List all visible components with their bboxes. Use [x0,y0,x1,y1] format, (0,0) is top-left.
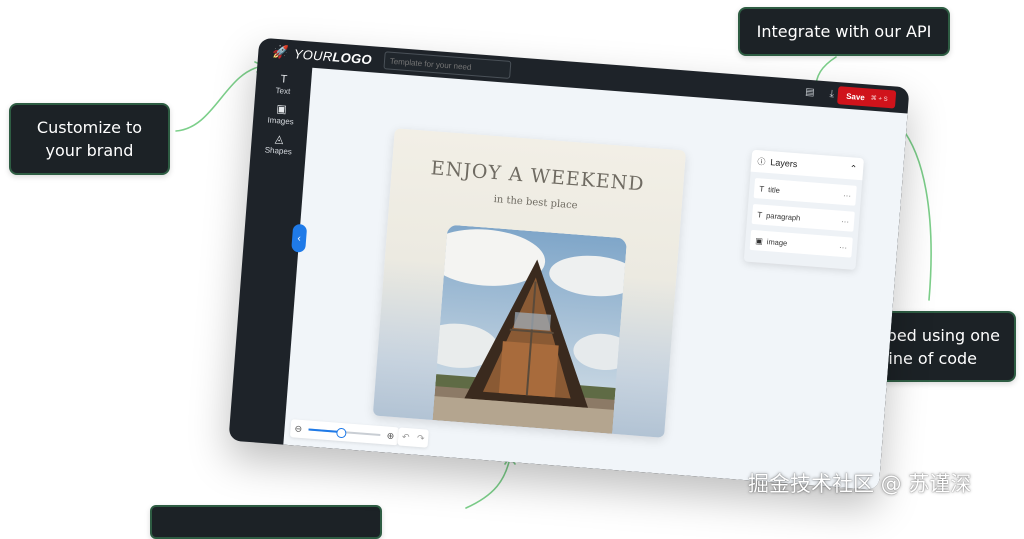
callout-api: Integrate with our API [738,7,950,56]
layer-item-image[interactable]: ▣ image ··· [749,229,853,258]
redo-icon[interactable]: ↷ [417,432,425,444]
sidebar-item-shapes[interactable]: ◬ Shapes [251,131,308,157]
callout-bottom [150,505,382,539]
arrow-bottom [465,457,511,509]
logo-bold: LOGO [331,48,373,67]
text-icon: T [279,73,288,86]
zoom-control: ⊖ ⊕ [289,419,399,446]
more-icon[interactable]: ··· [841,216,850,226]
callout-api-text: Integrate with our API [756,22,932,41]
sidebar-item-images[interactable]: ▣ Images [253,101,310,127]
layer-label: paragraph [765,210,801,223]
zoom-slider[interactable] [308,427,381,439]
image-icon: ▣ [755,235,764,246]
layer-item-title[interactable]: T title ··· [753,178,857,206]
rocket-icon: 🚀 [271,43,290,60]
save-shortcut: ⌘ + S [870,95,888,103]
watermark: 掘金技术社区 @ 苏谨深 [748,472,972,496]
preview-icon[interactable]: ▤ [802,86,817,99]
shapes-icon: ◬ [274,133,284,146]
zoom-out-icon[interactable]: ⊖ [294,423,302,435]
editor-mockup: 🚀 YOURLOGO ▤ ⤓ Save ⌘ + S T Text ▣ Image… [228,37,910,491]
cabin-photo [432,224,628,434]
save-button[interactable]: Save ⌘ + S [837,86,897,109]
zoom-in-icon[interactable]: ⊕ [386,430,394,442]
logo-prefix: YOUR [293,45,334,64]
brand-logo[interactable]: 🚀 YOUR LOGO [272,44,373,68]
more-icon[interactable]: ··· [839,242,848,252]
callout-brand-line2: your brand [45,141,134,160]
editor-window: 🚀 YOURLOGO ▤ ⤓ Save ⌘ + S T Text ▣ Image… [228,37,910,491]
text-icon: T [757,209,763,220]
sidebar-item-label: Shapes [264,145,293,157]
undo-icon[interactable]: ↶ [402,431,410,443]
history-controls: ↶ ↷ [397,427,429,448]
design-card[interactable]: ENJOY A WEEKEND in the best place [372,128,687,438]
sidebar-item-label: Images [267,115,295,127]
layer-item-paragraph[interactable]: T paragraph ··· [751,203,855,232]
layer-label: image [766,236,788,248]
layers-icon: ⓘ [757,156,766,167]
layers-panel: ⓘ Layers ⌃ T title ··· T paragraph ··· ▣… [743,149,864,270]
arrow-brand [175,65,264,132]
callout-embed-line2: line of code [883,348,978,368]
layer-label: title [767,184,781,195]
editor-canvas[interactable]: ENJOY A WEEKEND in the best place ⓘ Laye… [283,67,908,491]
image-icon: ▣ [275,103,288,116]
layers-header[interactable]: ⓘ Layers ⌃ [750,149,864,181]
card-image[interactable] [432,224,628,434]
more-icon[interactable]: ··· [843,190,852,200]
chevron-up-icon[interactable]: ⌃ [849,163,857,175]
save-label: Save [845,91,866,102]
chevron-left-icon: ‹ [297,232,302,244]
sidebar-item-label: Text [275,85,291,97]
layers-title: Layers [770,157,798,170]
callout-brand-line1: Customize to [36,118,143,137]
sidebar-collapse-button[interactable]: ‹ [291,223,308,253]
text-icon: T [759,183,765,194]
zoom-slider-knob[interactable] [336,427,348,439]
sidebar-item-text[interactable]: T Text [255,71,312,97]
callout-brand: Customize to your brand [9,103,170,175]
